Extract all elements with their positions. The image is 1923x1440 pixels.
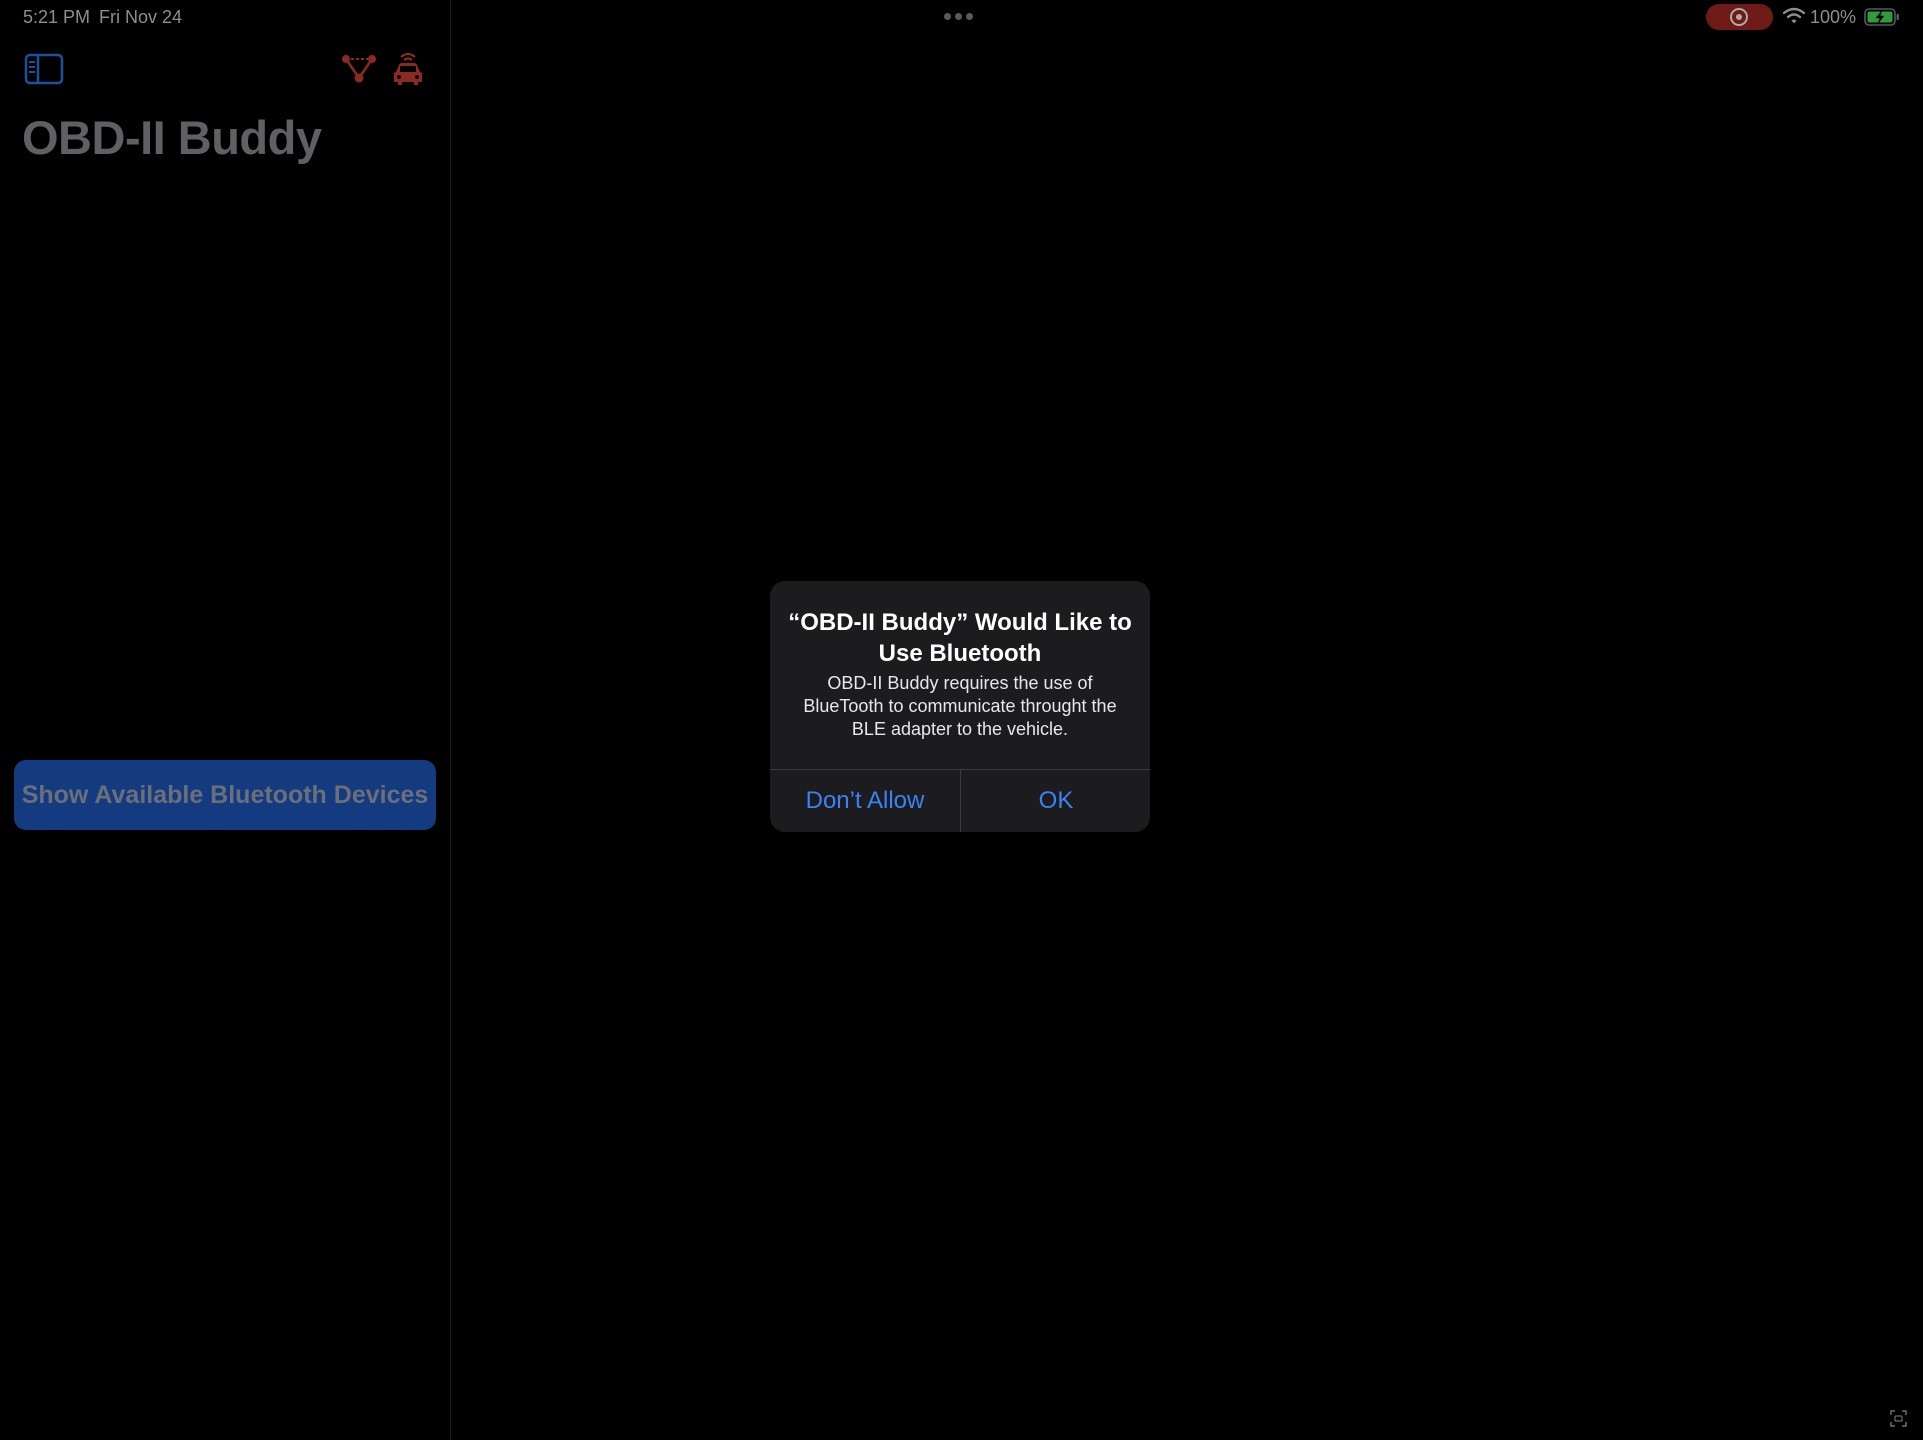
multitasking-dots-icon[interactable] xyxy=(944,13,973,20)
record-ring xyxy=(1730,8,1748,26)
wifi-icon xyxy=(1783,7,1805,24)
ok-button[interactable]: OK xyxy=(961,770,1150,832)
status-date: Fri Nov 24 xyxy=(99,7,183,27)
status-time: 5:21 PM xyxy=(23,7,91,27)
alert-title: “OBD-II Buddy” Would Like to Use Bluetoo… xyxy=(788,609,1132,667)
dont-allow-button[interactable]: Don’t Allow xyxy=(770,770,960,832)
dot xyxy=(955,13,962,20)
battery-percentage: 100% xyxy=(1810,7,1857,27)
alert-message: OBD-II Buddy requires the use of BlueToo… xyxy=(803,673,1117,739)
screenshot-icon[interactable] xyxy=(1890,1410,1907,1427)
dot xyxy=(944,13,951,20)
battery-charging-icon xyxy=(1864,8,1899,26)
record-icon[interactable] xyxy=(1706,4,1773,30)
status-bar: 5:21 PM Fri Nov 24 100% xyxy=(0,0,1923,34)
dot xyxy=(966,13,973,20)
bluetooth-permission-alert: “OBD-II Buddy” Would Like to Use Bluetoo… xyxy=(770,581,1150,832)
